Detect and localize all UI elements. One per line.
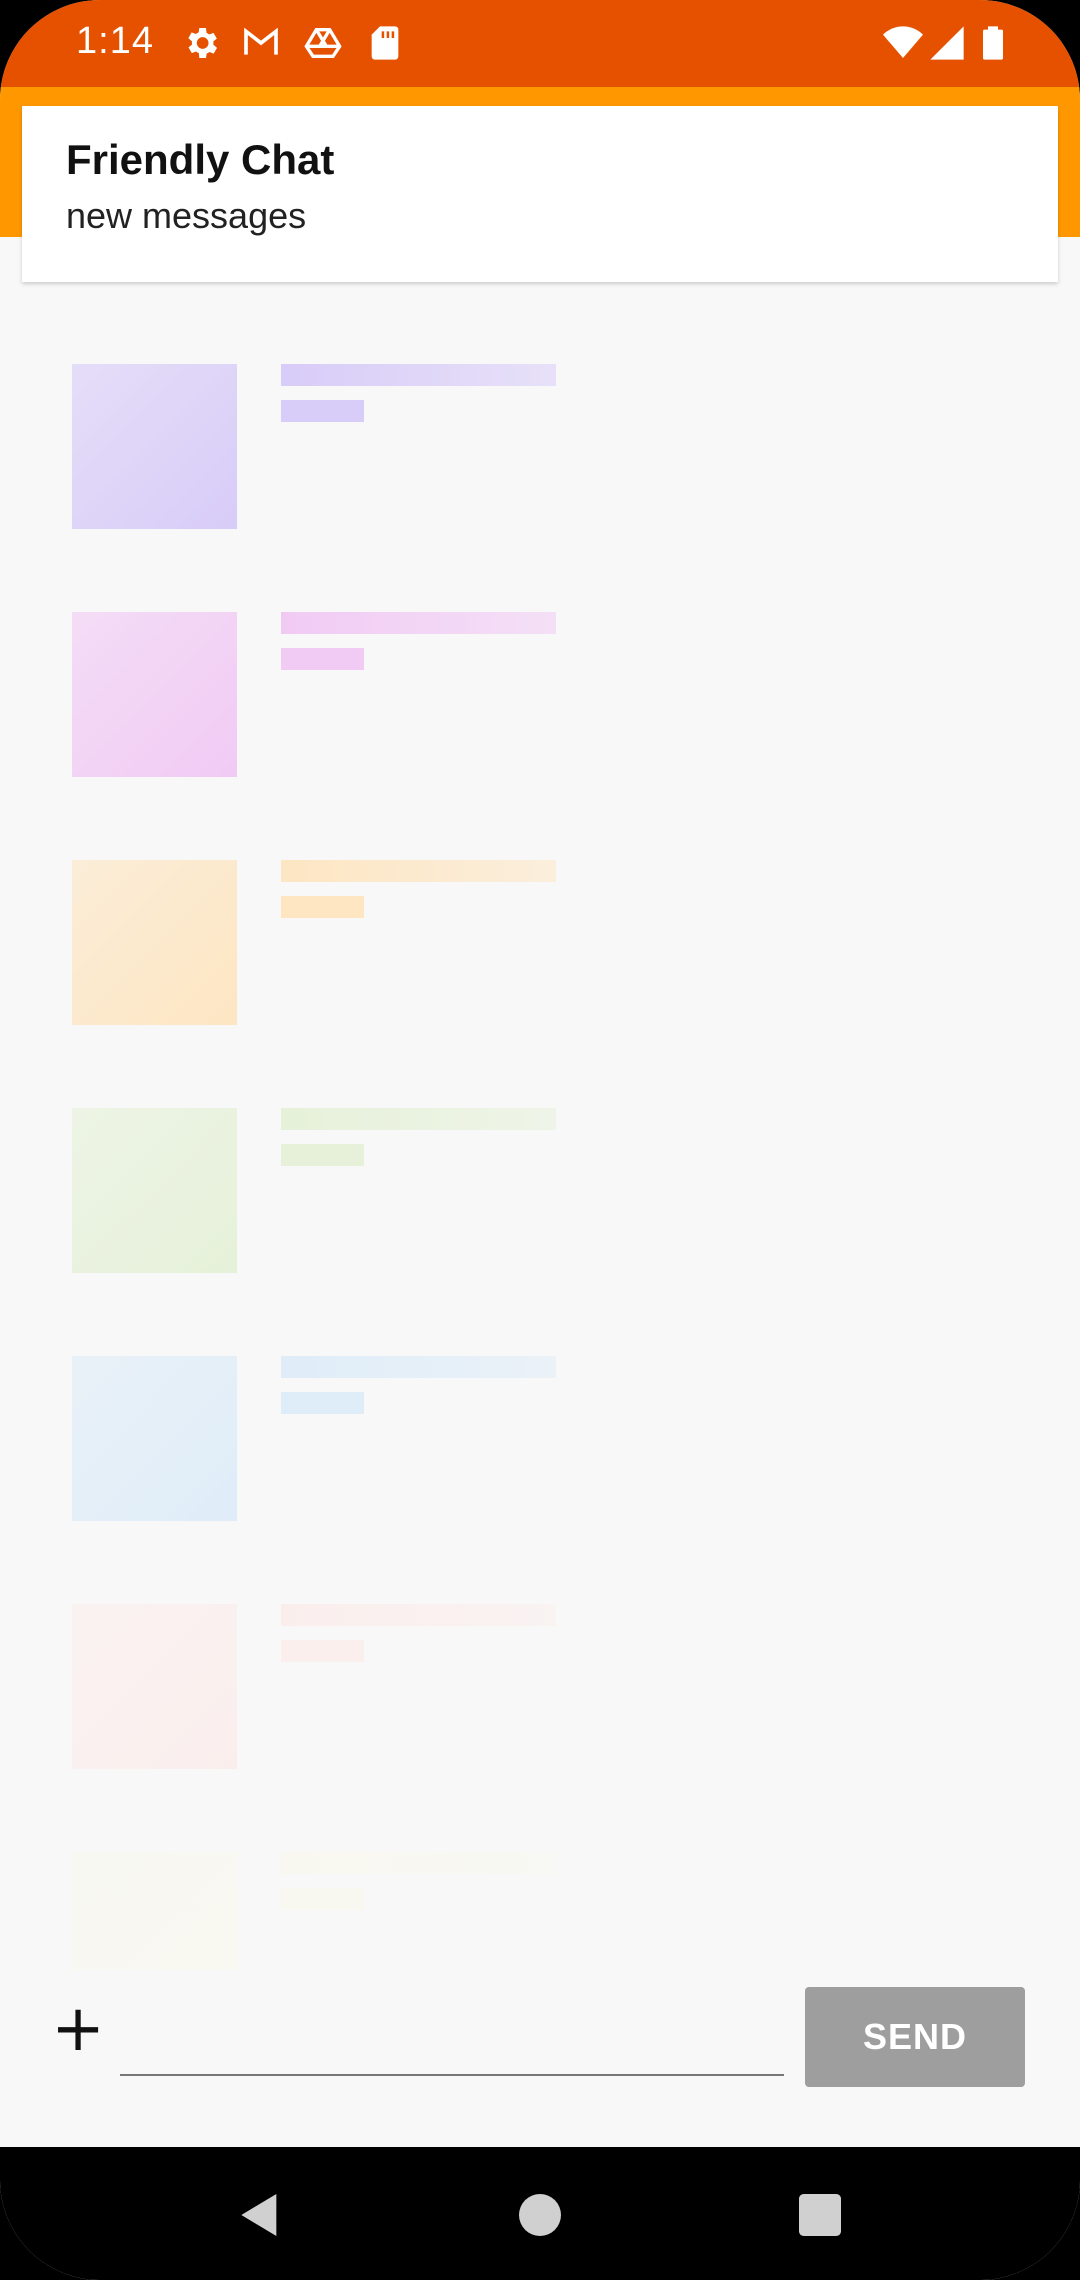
list-item[interactable] [72,1074,592,1273]
placeholder-thumbnail [72,1604,237,1769]
battery-icon [972,22,1014,64]
gear-icon [180,22,222,64]
placeholder-thumbnail [72,364,237,529]
notification-title: Friendly Chat [66,136,335,183]
gmail-icon [240,22,282,64]
home-icon[interactable] [510,2185,570,2245]
placeholder-line [281,1144,364,1166]
list-item[interactable] [72,578,592,777]
list-item[interactable] [72,1322,592,1521]
composer-row: + SEND [0,1980,1080,2090]
placeholder-thumbnail [72,1356,237,1521]
drive-icon [302,22,344,64]
status-time: 1:14 [76,20,154,62]
placeholder-thumbnail [72,1108,237,1273]
placeholder-line [281,612,556,634]
notification-card[interactable]: Friendly Chat new messages [22,106,1058,282]
placeholder-line [281,364,556,386]
placeholder-line [281,648,364,670]
navigation-bar [0,2147,1080,2280]
placeholder-line [281,860,556,882]
placeholder-line [281,1852,556,1874]
device-screen: 1:14 Friendly Chat new messages + SEND [0,0,1080,2280]
placeholder-line [281,1108,556,1130]
wifi-icon [882,22,924,64]
recents-icon[interactable] [790,2185,850,2245]
back-icon[interactable] [230,2185,290,2245]
placeholder-line [281,1604,556,1626]
list-item[interactable] [72,330,592,529]
placeholder-line [281,1356,556,1378]
add-image-button[interactable]: + [50,1994,106,2064]
message-list[interactable] [0,330,1080,1970]
placeholder-line [281,400,364,422]
sd-card-icon [364,22,406,64]
placeholder-thumbnail [72,1852,237,1970]
placeholder-line [281,1888,364,1910]
status-bar: 1:14 [0,0,1080,87]
cell-signal-icon [926,22,968,64]
notification-text: new messages [66,195,307,236]
list-item[interactable] [72,1570,592,1769]
list-item[interactable] [72,826,592,1025]
placeholder-line [281,896,364,918]
send-button[interactable]: SEND [805,1987,1025,2087]
message-input[interactable] [120,1990,784,2076]
placeholder-thumbnail [72,612,237,777]
list-item[interactable] [72,1818,592,1970]
placeholder-thumbnail [72,860,237,1025]
placeholder-line [281,1392,364,1414]
placeholder-line [281,1640,364,1662]
